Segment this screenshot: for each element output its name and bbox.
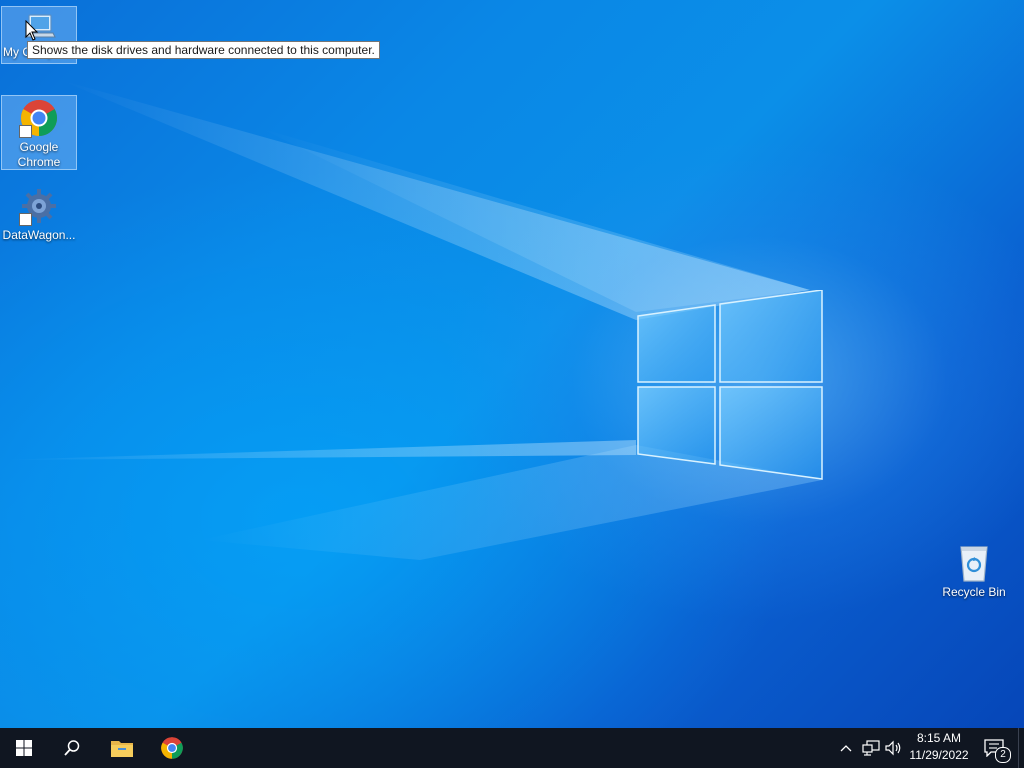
shortcut-arrow-icon: [19, 213, 32, 226]
desktop-icon-recycle-bin[interactable]: Recycle Bin: [936, 541, 1012, 601]
mouse-cursor-icon: [25, 20, 39, 41]
tray-overflow-button[interactable]: [836, 728, 856, 768]
desktop-icon-label: Google Chrome: [17, 140, 61, 169]
search-icon: [64, 740, 80, 756]
search-button[interactable]: [48, 728, 96, 768]
recycle-bin-icon: [954, 543, 994, 583]
action-center-button[interactable]: 2: [978, 728, 1014, 768]
taskbar-file-explorer[interactable]: [98, 728, 146, 768]
notification-count-badge: 2: [995, 747, 1011, 763]
gear-icon: [19, 186, 59, 226]
windows-logo-wallpaper: [637, 290, 823, 480]
desktop-icon-datawagon[interactable]: DataWagon...: [1, 184, 77, 244]
start-button[interactable]: [0, 728, 48, 768]
clock-time: 8:15 AM: [916, 731, 962, 745]
wallpaper-light-beams: [0, 80, 822, 560]
desktop-icon-label: Recycle Bin: [942, 585, 1006, 599]
show-desktop-button[interactable]: [1018, 728, 1024, 768]
taskbar-chrome[interactable]: [148, 728, 196, 768]
taskbar: 8:15 AM 11/29/2022 2: [0, 728, 1024, 768]
file-explorer-icon: [111, 741, 133, 757]
tooltip: Shows the disk drives and hardware conne…: [27, 41, 380, 59]
network-icon: [862, 740, 880, 756]
shortcut-arrow-icon: [19, 125, 32, 138]
chrome-icon: [19, 98, 59, 138]
tray-network-button[interactable]: [860, 728, 882, 768]
desktop-icon-google-chrome[interactable]: Google Chrome: [1, 95, 77, 170]
windows-start-icon: [16, 740, 32, 756]
clock-date: 11/29/2022: [909, 748, 969, 762]
chrome-icon: [161, 737, 183, 759]
chevron-up-icon: [840, 745, 852, 752]
volume-icon: [885, 740, 901, 756]
desktop-icon-label: DataWagon...: [2, 228, 76, 242]
desktop[interactable]: My Computer Google Chrome: [0, 0, 1024, 728]
tray-volume-button[interactable]: [884, 728, 904, 768]
taskbar-clock[interactable]: 8:15 AM 11/29/2022: [906, 730, 972, 766]
